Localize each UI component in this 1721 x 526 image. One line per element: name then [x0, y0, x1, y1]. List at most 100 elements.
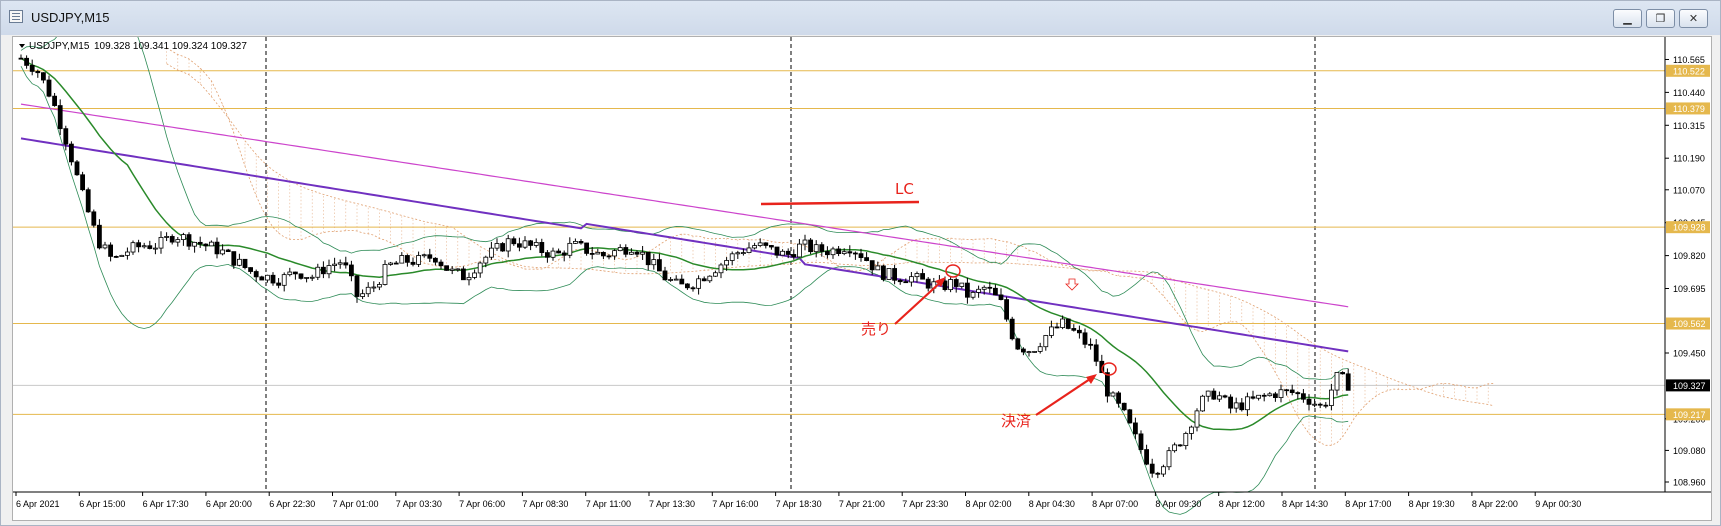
candle-up [522, 240, 528, 248]
candle-down [1323, 404, 1329, 407]
candle-down [63, 128, 69, 145]
candle-up [729, 253, 735, 261]
candle-up [724, 260, 729, 266]
close-button[interactable]: ✕ [1679, 9, 1708, 28]
chart-window: USDJPY,M15 ▁ ❐ ✕ LC 売り 決済 110.565 110.440 11… [0, 0, 1721, 526]
candle-down [1133, 422, 1138, 435]
candle-up [399, 255, 405, 264]
candle-down [1306, 398, 1312, 405]
candle-down [1177, 444, 1183, 447]
time-tick-label: 6 Apr 15:00 [79, 499, 125, 509]
candle-up [948, 279, 953, 291]
candle-down [197, 241, 203, 245]
candle-down [186, 234, 192, 247]
candle-down [18, 57, 24, 60]
window-titlebar[interactable]: USDJPY,M15 ▁ ❐ ✕ [1, 1, 1720, 35]
candle-up [208, 241, 214, 247]
time-tick-label: 6 Apr 17:30 [143, 499, 189, 509]
candle-up [802, 239, 808, 245]
minimize-button[interactable]: ▁ [1613, 9, 1642, 28]
candle-down [1345, 373, 1351, 391]
candle-up [175, 239, 181, 243]
candle-down [1261, 394, 1267, 397]
candle-down [853, 252, 858, 255]
candle-up [668, 279, 673, 281]
candle-up [455, 268, 461, 271]
candle-up [287, 271, 293, 276]
candle-up [1183, 433, 1189, 447]
candle-down [1093, 344, 1099, 362]
price-tick-label: 110.565 [1673, 55, 1705, 65]
candle-up [1026, 351, 1032, 354]
candle-down [1009, 318, 1015, 340]
candle-up [970, 291, 976, 298]
candle-down [444, 265, 450, 271]
candle-down [97, 224, 102, 249]
candle-up [1060, 318, 1065, 328]
price-tick-label: 109.080 [1673, 446, 1706, 456]
level-price-label: 109.928 [1673, 223, 1706, 233]
candle-down [819, 244, 825, 252]
candle-down [920, 273, 925, 280]
candle-down [847, 251, 853, 254]
price-chart[interactable]: LC 売り 決済 110.565 110.440 110.315 110.190 110.0… [12, 36, 1712, 521]
candle-down [516, 243, 522, 248]
candle-up [158, 236, 164, 249]
candle-up [976, 288, 981, 293]
candle-up [550, 250, 556, 258]
candle-up [337, 262, 343, 265]
candle-up [315, 266, 321, 278]
price-tick-label: 108.960 [1673, 478, 1706, 488]
time-tick-label: 8 Apr 12:00 [1219, 499, 1265, 509]
candle-down [545, 252, 550, 258]
candle-up [595, 251, 601, 255]
chart-window-icon [9, 10, 23, 23]
candle-up [180, 234, 186, 240]
candle-down [35, 71, 41, 74]
candle-up [505, 238, 511, 252]
candle-down [1121, 402, 1127, 411]
candle-down [825, 251, 830, 256]
candle-up [707, 275, 713, 282]
candle-up [752, 245, 757, 249]
candle-down [1284, 389, 1289, 392]
candle-up [1043, 335, 1049, 348]
candle-down [903, 281, 909, 284]
time-tick-label: 7 Apr 18:30 [776, 499, 822, 509]
price-tick-label: 110.440 [1673, 88, 1705, 98]
candle-down [427, 254, 433, 259]
restore-button[interactable]: ❐ [1646, 9, 1675, 28]
time-tick-label: 7 Apr 11:00 [586, 499, 631, 509]
candle-down [1082, 332, 1088, 345]
time-tick-label: 7 Apr 16:00 [712, 499, 758, 509]
time-tick-label: 8 Apr 14:30 [1282, 499, 1328, 509]
candle-down [589, 253, 595, 255]
level-price-label: 109.217 [1673, 410, 1706, 420]
candle-down [1004, 299, 1009, 320]
candle-up [220, 249, 226, 255]
candle-down [40, 72, 46, 81]
price-tick-label: 109.820 [1673, 251, 1706, 261]
candle-up [466, 277, 472, 281]
chart-canvas[interactable]: LC 売り決済 110.565 110.440 110.315 110.190 110.0… [13, 37, 1711, 520]
candle-up [449, 268, 455, 271]
candle-down [113, 256, 119, 258]
candle-up [472, 272, 478, 278]
candle-up [813, 244, 819, 253]
price-tick-label: 109.450 [1673, 349, 1706, 359]
candle-up [617, 247, 623, 252]
candle-up [130, 242, 136, 253]
candle-down [623, 247, 629, 255]
candle-up [1200, 395, 1205, 412]
candle-down [438, 261, 444, 267]
time-tick-label: 7 Apr 03:30 [396, 499, 442, 509]
candle-down [998, 294, 1004, 300]
candle-up [304, 277, 310, 279]
candle-down [774, 246, 780, 256]
candle-up [1189, 426, 1194, 434]
candle-down [1105, 372, 1110, 397]
candle-up [483, 256, 489, 264]
candle-down [645, 251, 651, 266]
candle-down [248, 267, 254, 272]
candle-down [584, 242, 589, 254]
